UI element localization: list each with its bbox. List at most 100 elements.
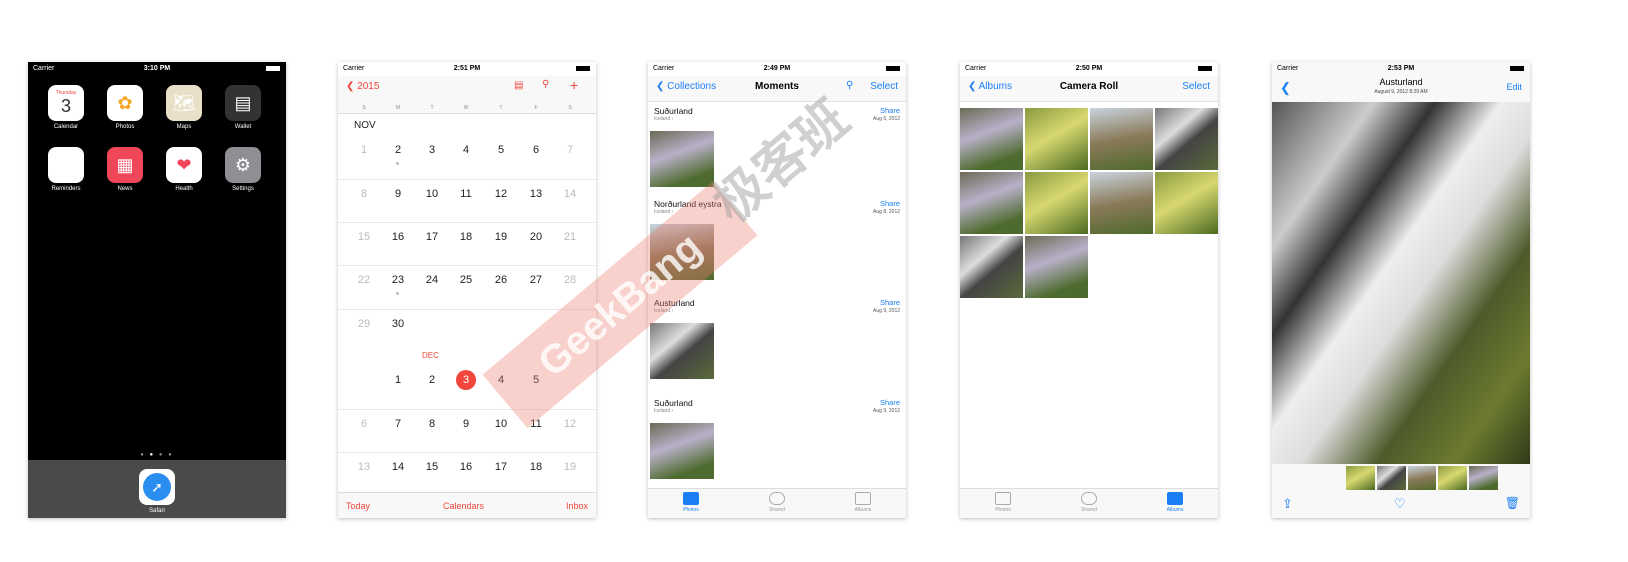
app-maps[interactable]: 🗺 Maps (164, 85, 204, 130)
share-button[interactable]: Share (880, 106, 900, 115)
day-cell[interactable]: 5 (486, 144, 516, 156)
app-health[interactable]: ❤ Health (164, 147, 204, 192)
day-cell[interactable]: 30 (383, 318, 413, 330)
day-cell[interactable]: 10 (486, 418, 516, 430)
share-button[interactable]: Share (880, 398, 900, 407)
day-cell[interactable]: 1 (383, 374, 413, 386)
day-cell[interactable]: 24 (417, 274, 447, 286)
search-icon[interactable]: ⚲ (542, 79, 549, 90)
day-cell[interactable]: 12 (555, 418, 585, 430)
day-cell[interactable]: 8 (417, 418, 447, 430)
photo-thumbnail[interactable] (1155, 172, 1218, 234)
day-cell[interactable]: 6 (349, 418, 379, 430)
moment-location[interactable]: Iceland › (654, 209, 900, 215)
day-cell[interactable]: 4 (451, 144, 481, 156)
day-cell[interactable]: 18 (451, 231, 481, 243)
day-cell[interactable]: 10 (417, 188, 447, 200)
photo-thumbnail[interactable] (960, 108, 1023, 170)
app-settings[interactable]: ⚙ Settings (223, 147, 263, 192)
thumbnail[interactable] (1469, 466, 1498, 490)
photo-thumbnail[interactable] (650, 224, 714, 280)
day-cell[interactable]: 17 (486, 461, 516, 473)
app-news[interactable]: ▦ News (105, 147, 145, 192)
moment-location[interactable]: Iceland › (654, 308, 900, 314)
photo-thumbnail[interactable] (1025, 236, 1088, 298)
trash-icon[interactable]: 🗑 (1505, 496, 1520, 510)
photo-thumbnail[interactable] (1090, 108, 1153, 170)
day-cell[interactable]: 7 (555, 144, 585, 156)
photo-main[interactable] (1272, 102, 1530, 464)
share-button[interactable]: Share (880, 298, 900, 307)
share-icon[interactable]: ⇪ (1282, 496, 1293, 512)
day-cell[interactable]: 13 (349, 461, 379, 473)
day-cell[interactable]: 11 (521, 418, 551, 430)
day-cell[interactable]: 17 (417, 231, 447, 243)
day-cell[interactable]: 1 (349, 144, 379, 156)
tab-shared[interactable]: Shared (757, 492, 797, 513)
day-cell[interactable]: 21 (555, 231, 585, 243)
day-cell[interactable]: 15 (417, 461, 447, 473)
app-calendar[interactable]: Thursday 3 Calendar (46, 85, 86, 130)
moment-location[interactable]: Iceland › (654, 116, 900, 122)
day-cell[interactable]: 2 (417, 374, 447, 386)
photo-thumbnail[interactable] (1025, 172, 1088, 234)
tab-albums[interactable]: Albums (843, 492, 883, 513)
tab-photos[interactable]: Photos (983, 492, 1023, 513)
day-cell[interactable]: 12 (486, 188, 516, 200)
select-button[interactable]: Select (870, 81, 898, 92)
today-button[interactable]: Today (346, 501, 370, 511)
day-cell[interactable]: 14 (555, 188, 585, 200)
edit-button[interactable]: Edit (1506, 82, 1522, 92)
app-wallet[interactable]: ▤ Wallet (223, 85, 263, 130)
day-cell[interactable]: 9 (383, 188, 413, 200)
moment-location[interactable]: Iceland › (654, 408, 900, 414)
app-reminders[interactable]: ☰ Reminders (46, 147, 86, 192)
day-cell[interactable]: 26 (486, 274, 516, 286)
day-cell[interactable]: 3 (417, 144, 447, 156)
back-year-button[interactable]: ❮ 2015 (346, 81, 379, 92)
day-cell[interactable]: 4 (486, 374, 516, 386)
day-cell[interactable]: 9 (451, 418, 481, 430)
day-cell[interactable]: 19 (486, 231, 516, 243)
app-photos[interactable]: ✿ Photos (105, 85, 145, 130)
day-cell[interactable]: 28 (555, 274, 585, 286)
inbox-button[interactable]: Inbox (566, 501, 588, 511)
thumbnail[interactable] (1346, 466, 1375, 490)
day-cell[interactable]: 23 (383, 274, 413, 286)
photo-thumbnail[interactable] (1025, 108, 1088, 170)
tab-shared[interactable]: Shared (1069, 492, 1109, 513)
heart-icon[interactable]: ♡ (1394, 496, 1406, 512)
day-cell[interactable]: 29 (349, 318, 379, 330)
day-cell[interactable]: 13 (521, 188, 551, 200)
app-safari[interactable]: ➚ Safari (137, 469, 177, 514)
photo-thumbnail[interactable] (650, 131, 714, 187)
day-cell[interactable]: 6 (521, 144, 551, 156)
day-cell[interactable]: 22 (349, 274, 379, 286)
tab-albums[interactable]: Albums (1155, 492, 1195, 513)
photo-thumbnail[interactable] (960, 236, 1023, 298)
select-button[interactable]: Select (1182, 81, 1210, 92)
tab-photos[interactable]: Photos (671, 492, 711, 513)
day-cell[interactable]: 11 (451, 188, 481, 200)
day-cell[interactable]: 2 (383, 144, 413, 156)
day-cell[interactable]: 14 (383, 461, 413, 473)
day-cell[interactable]: 18 (521, 461, 551, 473)
photo-thumbnail[interactable] (1090, 172, 1153, 234)
day-cell[interactable]: 27 (521, 274, 551, 286)
calendars-button[interactable]: Calendars (443, 501, 484, 511)
add-icon[interactable]: + (570, 77, 578, 93)
photo-thumbnail[interactable] (1155, 108, 1218, 170)
photo-thumbnail[interactable] (650, 323, 714, 379)
photo-thumbnail[interactable] (650, 423, 714, 479)
today-cell[interactable]: 3 (456, 370, 476, 390)
day-cell[interactable]: 19 (555, 461, 585, 473)
day-cell[interactable]: 16 (383, 231, 413, 243)
thumbnail[interactable] (1376, 466, 1406, 490)
day-cell[interactable]: 8 (349, 188, 379, 200)
day-cell[interactable]: 25 (451, 274, 481, 286)
thumbnail[interactable] (1407, 466, 1437, 490)
share-button[interactable]: Share (880, 199, 900, 208)
day-cell[interactable]: 20 (521, 231, 551, 243)
day-cell[interactable]: 16 (451, 461, 481, 473)
photo-thumbnail[interactable] (960, 172, 1023, 234)
